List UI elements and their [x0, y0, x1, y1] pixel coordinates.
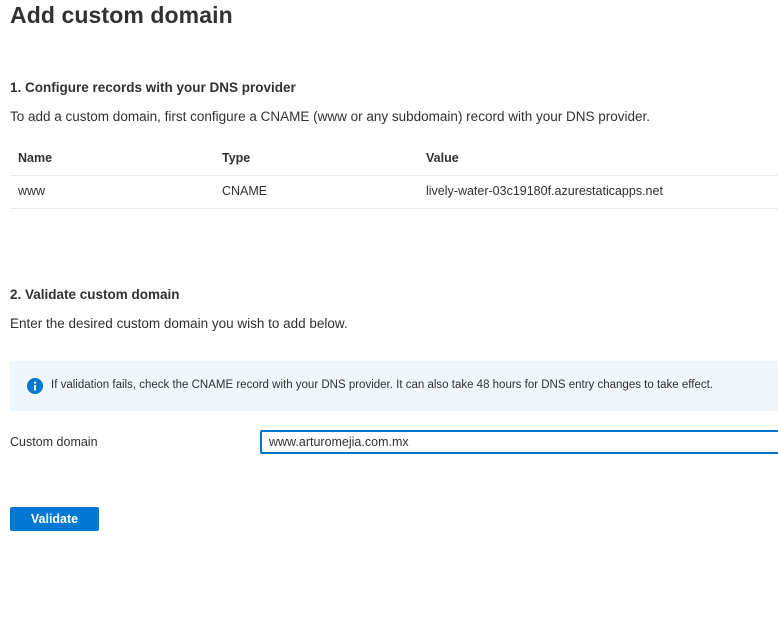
table-header-row: Name Type Value — [10, 143, 778, 176]
info-icon — [27, 378, 43, 394]
step2-description: Enter the desired custom domain you wish… — [10, 316, 348, 331]
step1-description: To add a custom domain, first configure … — [10, 109, 651, 124]
info-banner: If validation fails, check the CNAME rec… — [10, 361, 778, 411]
page-title: Add custom domain — [10, 2, 233, 28]
column-header-type: Type — [222, 151, 251, 165]
custom-domain-input[interactable] — [260, 430, 778, 454]
dns-records-table: Name Type Value www CNAME lively-water-0… — [10, 143, 778, 209]
column-header-name: Name — [18, 151, 53, 165]
table-row: www CNAME lively-water-03c19180f.azurest… — [10, 176, 778, 209]
column-header-value: Value — [426, 151, 459, 165]
add-custom-domain-page: Add custom domain 1. Configure records w… — [0, 0, 778, 618]
custom-domain-label: Custom domain — [10, 435, 98, 449]
cell-name: www — [18, 184, 46, 198]
step2-heading: 2. Validate custom domain — [10, 287, 180, 302]
info-banner-text: If validation fails, check the CNAME rec… — [51, 379, 713, 391]
cell-value: lively-water-03c19180f.azurestaticapps.n… — [426, 184, 663, 198]
validate-button[interactable]: Validate — [10, 507, 99, 531]
step1-heading: 1. Configure records with your DNS provi… — [10, 80, 296, 95]
cell-type: CNAME — [222, 184, 268, 198]
